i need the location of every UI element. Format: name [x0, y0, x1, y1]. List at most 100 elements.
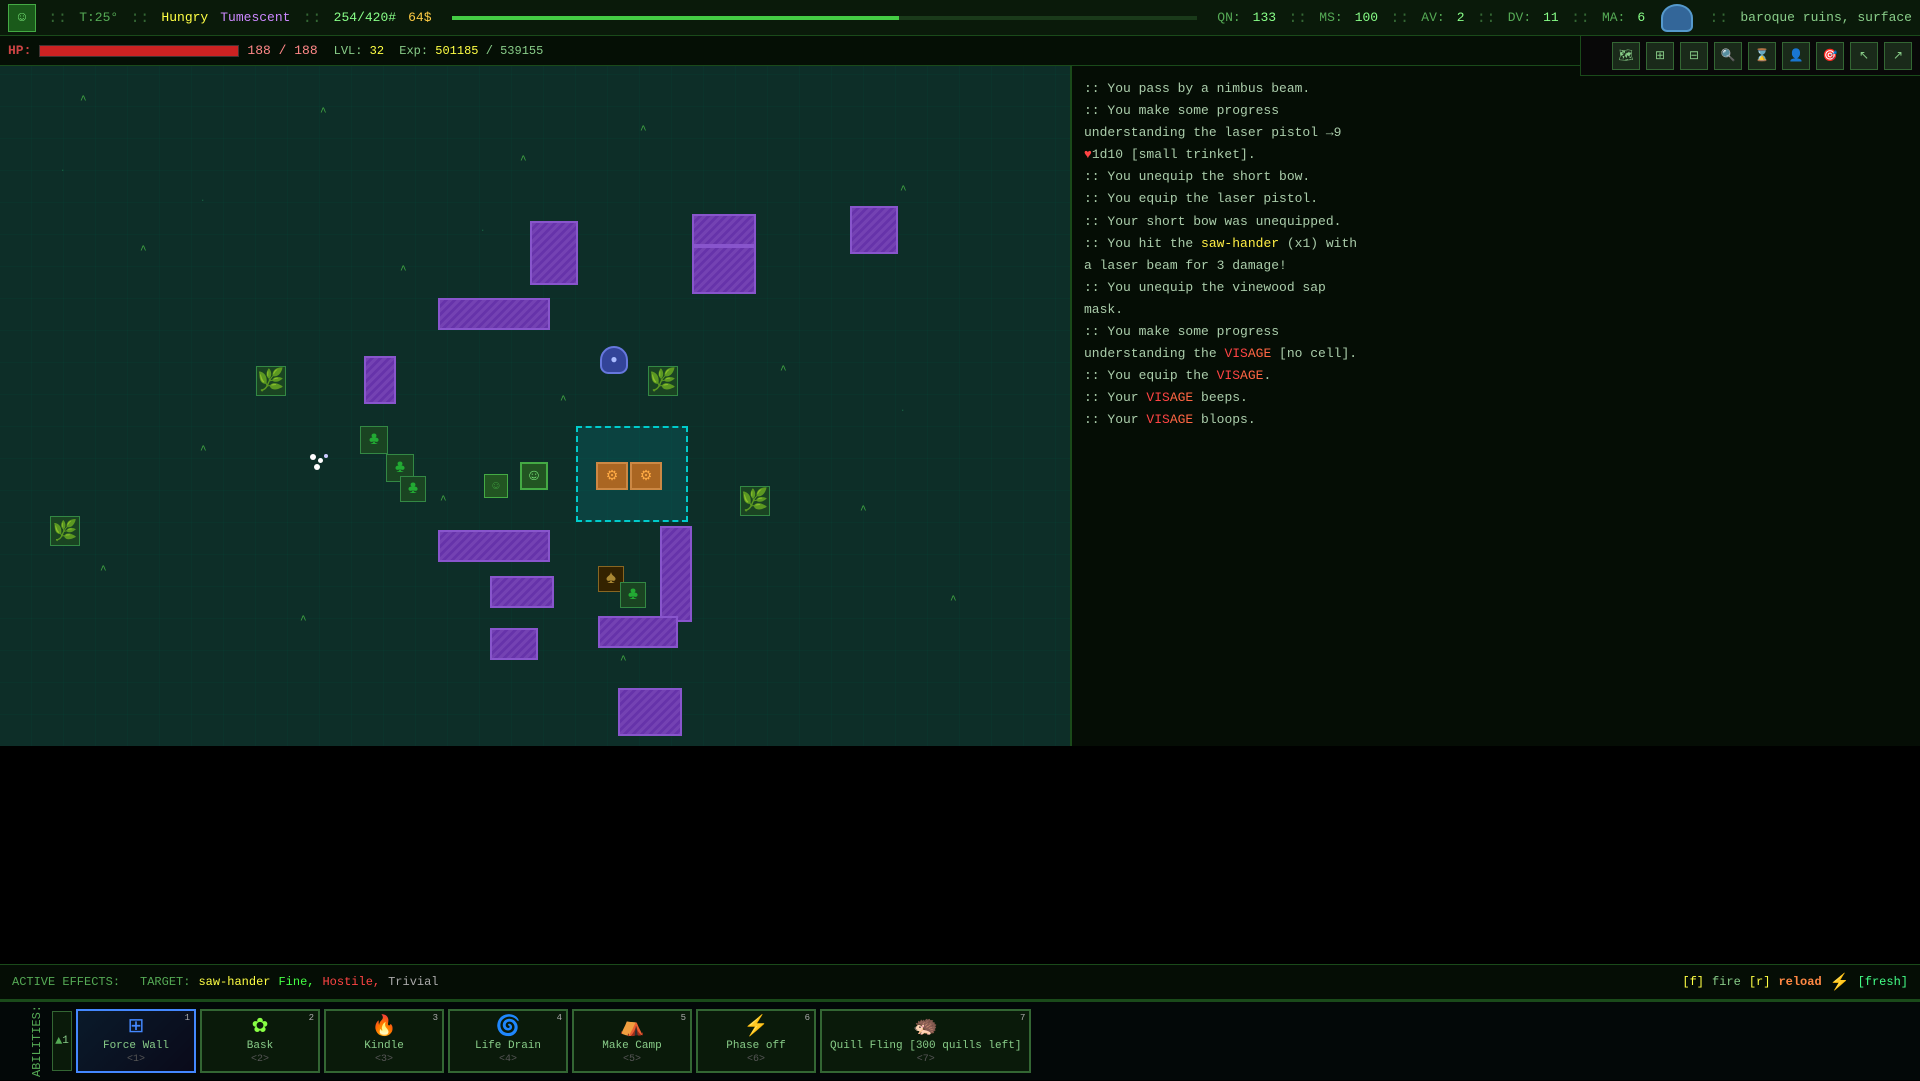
make-camp-label: Make Camp — [602, 1040, 661, 1052]
temperature-stat: T:25° — [79, 10, 118, 25]
map-icon-btn[interactable]: 🗺 — [1612, 42, 1640, 70]
target-hostile: Hostile, — [322, 975, 380, 989]
scroll-number: 1 — [62, 1035, 69, 1047]
grid-icon-btn[interactable]: ⊞ — [1646, 42, 1674, 70]
log-line-4: ♥1d10 [small trinket]. — [1084, 144, 1908, 166]
ui-icon-bar: 🗺 ⊞ ⊟ 🔍 ⌛ 👤 🎯 ↖ ↗ — [1580, 36, 1920, 76]
ms-label: MS: — [1319, 10, 1342, 25]
wall-structure — [490, 628, 538, 660]
wall-structure — [618, 688, 682, 736]
tree-sprite: 🌿 — [740, 486, 770, 516]
ability-make-camp[interactable]: 5 ⛺ Make Camp <5> — [572, 1009, 692, 1073]
target-label: TARGET: — [140, 975, 190, 989]
hp-stat: 254/420# — [334, 10, 396, 25]
ability-bask[interactable]: 2 ✿ Bask <2> — [200, 1009, 320, 1073]
bask-label: Bask — [247, 1040, 273, 1052]
phase-label: Phase off — [726, 1040, 785, 1052]
grid2-icon-btn[interactable]: ⊟ — [1680, 42, 1708, 70]
floor-dot: · — [900, 406, 905, 416]
grass: ^ — [620, 656, 627, 667]
bottom-status-bar: ACTIVE EFFECTS: TARGET: saw-hander Fine,… — [0, 964, 1920, 1000]
dv-label: DV: — [1508, 10, 1531, 25]
quill-fling-label: Quill Fling [300 quills left] — [830, 1040, 1021, 1052]
search-icon-btn[interactable]: 🔍 — [1714, 42, 1742, 70]
ma-label: MA: — [1602, 10, 1625, 25]
grass: ^ — [640, 126, 647, 137]
av-label: AV: — [1421, 10, 1444, 25]
log-line-7: :: Your short bow was unequipped. — [1084, 211, 1908, 233]
abilities-label: ABILITIES: — [8, 1001, 48, 1081]
wall-structure — [490, 576, 554, 608]
target-info: TARGET: saw-hander Fine, Hostile, Trivia… — [140, 975, 438, 989]
fresh-status: [fresh] — [1858, 975, 1908, 989]
grass: ^ — [560, 396, 567, 407]
bask-icon: ✿ — [252, 1018, 269, 1038]
tree-sprite: ♣ — [400, 476, 426, 502]
bolt-icon: ⚡ — [1830, 972, 1850, 992]
tree-sprite: ♣ — [360, 426, 388, 454]
log-line-3: understanding the laser pistol →9 — [1084, 122, 1908, 144]
grass: ^ — [950, 596, 957, 607]
force-wall-icon: ⊞ — [128, 1018, 145, 1038]
ability-kindle[interactable]: 3 🔥 Kindle <3> — [324, 1009, 444, 1073]
ability-phase[interactable]: 6 ⚡ Phase off <6> — [696, 1009, 816, 1073]
log-line-13: understanding the VISAGE [no cell]. — [1084, 343, 1908, 365]
wall-structure — [530, 221, 578, 285]
floor-dot: · — [200, 196, 205, 206]
kindle-icon: 🔥 — [372, 1018, 397, 1038]
make-camp-icon: ⛺ — [620, 1018, 645, 1038]
log-line-10: :: You unequip the vinewood sap — [1084, 277, 1908, 299]
force-wall-label: Force Wall — [103, 1040, 169, 1052]
life-drain-icon: 🌀 — [496, 1018, 521, 1038]
log-line-12: :: You make some progress — [1084, 321, 1908, 343]
log-line-2: :: You make some progress — [1084, 100, 1908, 122]
fire-key: [f] — [1682, 975, 1704, 989]
hourglass-icon-btn[interactable]: ⌛ — [1748, 42, 1776, 70]
dv-value: 11 — [1543, 10, 1559, 25]
log-line-16: :: Your VISAGE bloops. — [1084, 409, 1908, 431]
location-name: baroque ruins, surface — [1740, 10, 1912, 25]
status-tumescent: Tumescent — [220, 10, 290, 25]
ability-force-wall[interactable]: 1 ⊞ Force Wall <1> — [76, 1009, 196, 1073]
grass: ^ — [400, 266, 407, 277]
log-line-15: :: Your VISAGE beeps. — [1084, 387, 1908, 409]
ability-scroll-up[interactable]: ▲ 1 — [52, 1011, 72, 1071]
player-sprite: ☺ — [520, 462, 548, 490]
hp-label: HP: — [8, 43, 31, 58]
hp-container: HP: 188 / 188 — [8, 43, 318, 58]
arrow-left-icon-btn[interactable]: ↖ — [1850, 42, 1878, 70]
grass: ^ — [520, 156, 527, 167]
wall-structure — [438, 298, 550, 330]
tree-sprite: 🌿 — [648, 366, 678, 396]
log-line-6: :: You equip the laser pistol. — [1084, 188, 1908, 210]
hp-current-value: 188 / 188 — [247, 43, 317, 58]
npc-sprite: ☺ — [484, 474, 508, 498]
game-viewport: ^ ^ ^ ^ ^ ^ ^ ^ ^ ^ ^ ^ ^ ^ ^ ^ ^ · · · … — [0, 66, 1070, 746]
reload-key: [r] — [1749, 975, 1771, 989]
wall-structure — [364, 356, 396, 404]
log-line-5: :: You unequip the short bow. — [1084, 166, 1908, 188]
gold-stat: 64$ — [408, 10, 431, 25]
av-value: 2 — [1457, 10, 1465, 25]
character-icon-btn[interactable]: 👤 — [1782, 42, 1810, 70]
target-icon-btn[interactable]: 🎯 — [1816, 42, 1844, 70]
active-effects-label: ACTIVE EFFECTS: — [12, 975, 120, 989]
ability-life-drain[interactable]: 4 🌀 Life Drain <4> — [448, 1009, 568, 1073]
abilities-bar: ABILITIES: ▲ 1 1 ⊞ Force Wall <1> 2 ✿ Ba… — [0, 1000, 1920, 1080]
grass: ^ — [80, 96, 87, 107]
grass: ^ — [860, 506, 867, 517]
log-line-11: mask. — [1084, 299, 1908, 321]
quill-fling-icon: 🦔 — [913, 1018, 938, 1038]
log-line-9: a laser beam for 3 damage! — [1084, 255, 1908, 277]
hp-bar-fill — [40, 46, 238, 56]
ability-quill-fling[interactable]: 7 🦔 Quill Fling [300 quills left] <7> — [820, 1009, 1031, 1073]
progress-fill — [452, 16, 899, 20]
target-trivial: Trivial — [388, 975, 438, 989]
qn-value: 133 — [1253, 10, 1276, 25]
grass: ^ — [300, 616, 307, 627]
force-wall-key: <1> — [127, 1054, 145, 1065]
tree-sprite: ♣ — [620, 582, 646, 608]
tree-sprite: 🌿 — [50, 516, 80, 546]
reload-action: reload — [1778, 975, 1821, 989]
arrow-right-icon-btn[interactable]: ↗ — [1884, 42, 1912, 70]
